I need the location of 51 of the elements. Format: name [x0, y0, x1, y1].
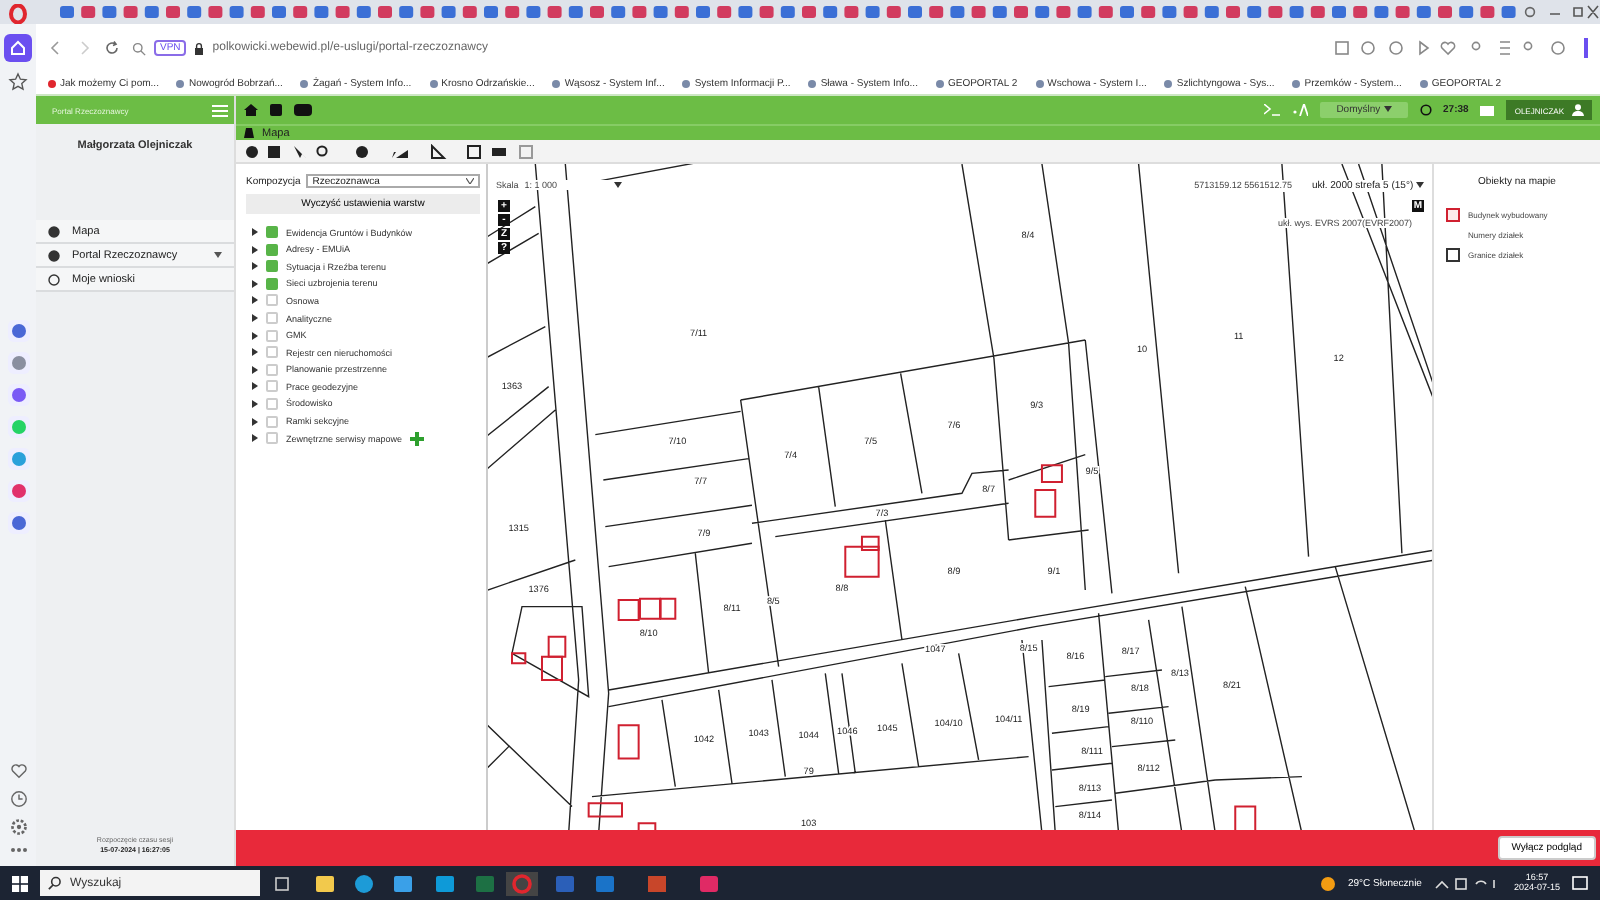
layer-checkbox[interactable]	[266, 397, 278, 410]
lock-icon	[194, 41, 205, 55]
caret-icon	[1416, 182, 1424, 188]
app-icon[interactable]	[7, 448, 29, 470]
home-icon[interactable]	[4, 34, 32, 62]
layer-checkbox[interactable]	[266, 277, 278, 290]
layer-checkbox[interactable]	[266, 294, 278, 307]
user-icon	[1572, 104, 1584, 116]
weather-sun-icon	[1319, 875, 1336, 891]
chevron-icon	[466, 178, 474, 184]
layer-checkbox[interactable]	[266, 432, 278, 445]
layer-checkbox[interactable]	[266, 363, 278, 376]
app-icon[interactable]	[7, 512, 29, 534]
cadastral-map-drawing[interactable]	[488, 164, 1432, 830]
opera-logo-icon[interactable]	[8, 4, 28, 24]
star-icon[interactable]	[8, 72, 28, 92]
more-icon[interactable]	[9, 846, 27, 854]
app-icon[interactable]	[7, 352, 29, 374]
layer-checkbox[interactable]	[266, 415, 278, 428]
terminal-icon[interactable]	[1264, 104, 1281, 116]
layer-checkbox[interactable]	[266, 312, 278, 325]
badge-icon[interactable]	[294, 104, 312, 116]
layer-checkbox[interactable]	[266, 346, 278, 359]
window-controls-icon[interactable]	[1520, 0, 1600, 24]
layer-checkbox[interactable]	[266, 243, 278, 256]
home-icon[interactable]	[244, 104, 258, 116]
heart-icon[interactable]	[9, 762, 27, 780]
building-legend-icon	[1446, 207, 1460, 221]
add-icon[interactable]	[410, 431, 425, 446]
app-icon[interactable]	[7, 320, 29, 342]
clock-icon	[1419, 104, 1432, 116]
menu-icon[interactable]	[212, 103, 228, 117]
app-icon[interactable]	[7, 480, 29, 502]
notification-icon[interactable]	[1572, 875, 1588, 891]
caret-icon	[613, 182, 622, 188]
app-icon[interactable]	[7, 384, 29, 406]
boundary-legend-icon	[1446, 247, 1460, 261]
windows-start-icon[interactable]	[12, 875, 28, 891]
layer-checkbox[interactable]	[266, 260, 278, 273]
clock-icon[interactable]	[9, 790, 27, 808]
caret-icon	[214, 252, 222, 258]
search-icon	[48, 876, 62, 890]
settings-icon[interactable]	[9, 818, 27, 836]
layer-checkbox[interactable]	[266, 329, 278, 342]
reload-icon[interactable]	[104, 40, 120, 56]
caret-icon	[1383, 106, 1392, 112]
font-size-icon[interactable]	[1292, 104, 1309, 116]
layer-checkbox[interactable]	[266, 226, 278, 239]
layer-checkbox[interactable]	[266, 380, 278, 393]
search-icon	[132, 41, 146, 55]
back-icon[interactable]	[48, 40, 64, 56]
